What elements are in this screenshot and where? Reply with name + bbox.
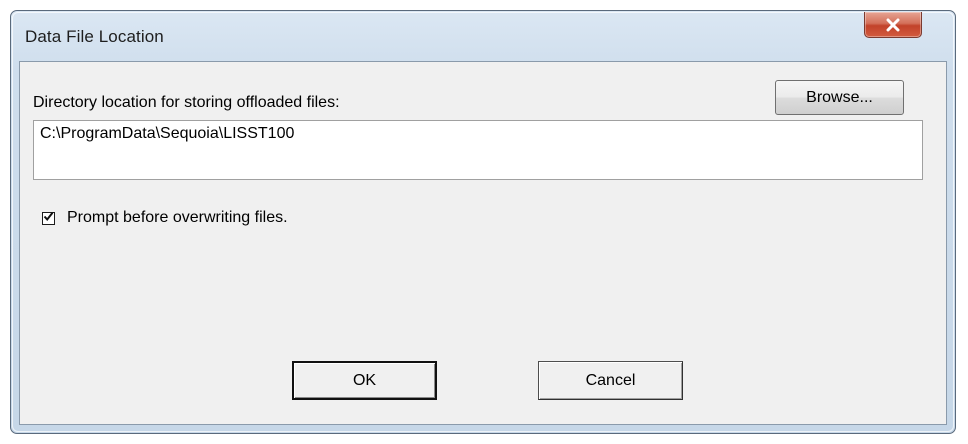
checkmark-icon	[43, 209, 54, 227]
prompt-overwrite-option[interactable]: Prompt before overwriting files.	[42, 209, 288, 227]
dialog-client-area	[19, 61, 947, 425]
browse-button[interactable]: Browse...	[775, 80, 904, 115]
ok-button[interactable]: OK	[292, 361, 437, 400]
cancel-button[interactable]: Cancel	[538, 361, 683, 400]
close-icon	[885, 18, 901, 32]
directory-path-input[interactable]: C:\ProgramData\Sequoia\LISST100	[33, 120, 923, 180]
prompt-overwrite-label: Prompt before overwriting files.	[67, 209, 288, 226]
close-button[interactable]	[864, 12, 922, 38]
directory-label: Directory location for storing offloaded…	[33, 94, 340, 111]
prompt-overwrite-checkbox[interactable]	[42, 209, 55, 227]
window-title: Data File Location	[25, 27, 164, 46]
